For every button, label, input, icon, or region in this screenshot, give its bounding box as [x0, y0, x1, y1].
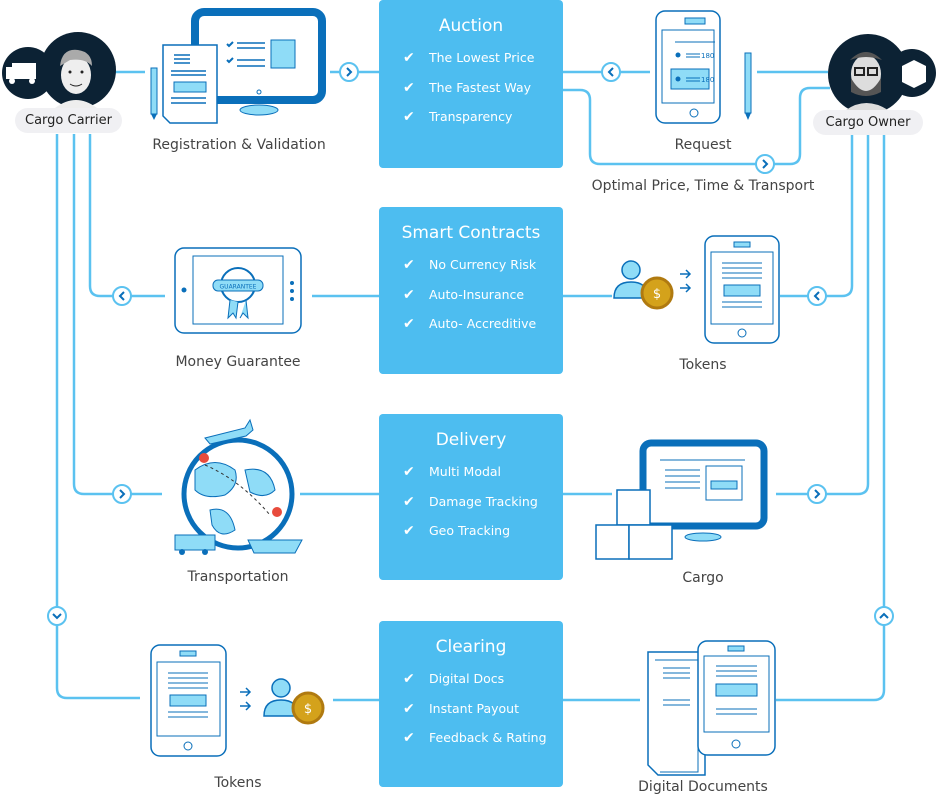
list-item: ✔ The Lowest Price	[403, 50, 535, 66]
digital-documents-label: Digital Documents	[638, 779, 768, 795]
cargo-carrier-avatar	[2, 32, 116, 108]
check-icon: ✔	[403, 316, 415, 332]
guarantee-text: GUARANTEE	[220, 284, 257, 291]
transportation-globe-icon	[174, 418, 303, 555]
list-item: ✔ Auto- Accreditive	[403, 316, 537, 332]
tokens-right-label: Tokens	[679, 357, 727, 373]
request-phone-icon: 180 180	[655, 10, 752, 124]
money-guarantee-tablet-icon: GUARANTEE	[174, 247, 302, 334]
check-icon: ✔	[403, 464, 415, 480]
request-value-2: 180	[701, 76, 714, 84]
list-item: ✔ Transparency	[403, 109, 513, 125]
check-icon: ✔	[403, 286, 415, 303]
list-item: ✔ The Fastest Way	[403, 79, 532, 96]
cargo-owner-avatar	[828, 34, 936, 114]
list-item: ✔ Multi Modal	[403, 464, 502, 480]
list-item: ✔ Geo Tracking	[403, 523, 511, 539]
list-item: ✔ Instant Payout	[403, 700, 519, 717]
check-icon: ✔	[403, 79, 415, 96]
clearing-box: Clearing ✔ Digital Docs ✔ Instant Payout ✔…	[379, 621, 563, 787]
cargo-monitor-icon	[595, 439, 768, 560]
check-icon: ✔	[403, 730, 415, 746]
tokens-phone-icon: $	[613, 235, 780, 344]
check-icon: ✔	[403, 523, 415, 539]
delivery-box: Delivery ✔ Multi Modal ✔ Damage Tracking ✔…	[379, 414, 563, 580]
check-icon: ✔	[403, 257, 415, 273]
list-item: ✔ Damage Tracking	[403, 493, 538, 510]
list-item: ✔ Auto-Insurance	[403, 286, 525, 303]
box-title: Delivery	[435, 430, 507, 450]
registration-label: Registration & Validation	[152, 137, 326, 153]
coin-symbol-left: $	[304, 702, 312, 717]
request-label: Request	[674, 137, 732, 153]
box-title: Auction	[438, 16, 504, 36]
check-icon: ✔	[403, 493, 415, 510]
cargo-carrier-label: Cargo Carrier	[15, 108, 122, 133]
tokens-phone-icon-left: $	[150, 644, 325, 757]
pencil-icon	[744, 52, 752, 120]
optimal-label: Optimal Price, Time & Transport	[591, 178, 815, 194]
pencil-icon	[150, 67, 158, 120]
list-item: ✔ Feedback & Rating	[403, 730, 547, 746]
cargo-label: Cargo	[682, 570, 724, 586]
ship-icon	[247, 539, 303, 554]
check-icon: ✔	[403, 700, 415, 717]
auction-box: Auction ✔ The Lowest Price ✔ The Fastest W…	[379, 0, 563, 168]
transportation-label: Transportation	[187, 569, 289, 585]
truck-icon	[174, 534, 216, 555]
list-item: ✔ No Currency Risk	[403, 257, 537, 273]
money-guarantee-label: Money Guarantee	[175, 354, 301, 370]
coin-symbol: $	[653, 287, 661, 302]
request-value-1: 180	[701, 52, 714, 60]
check-icon: ✔	[403, 50, 415, 66]
tokens-left-label: Tokens	[214, 775, 262, 791]
box-title: Clearing	[435, 637, 507, 657]
cargo-owner-label: Cargo Owner	[813, 110, 923, 135]
box-title: Smart Contracts	[401, 223, 541, 243]
check-icon: ✔	[403, 671, 415, 687]
registration-monitor-icon	[150, 8, 326, 124]
check-icon: ✔	[403, 109, 415, 125]
digital-documents-icon	[647, 640, 776, 776]
smart-contracts-box: Smart Contracts ✔ No Currency Risk ✔ Auto-…	[379, 207, 563, 374]
list-item: ✔ Digital Docs	[403, 671, 505, 687]
